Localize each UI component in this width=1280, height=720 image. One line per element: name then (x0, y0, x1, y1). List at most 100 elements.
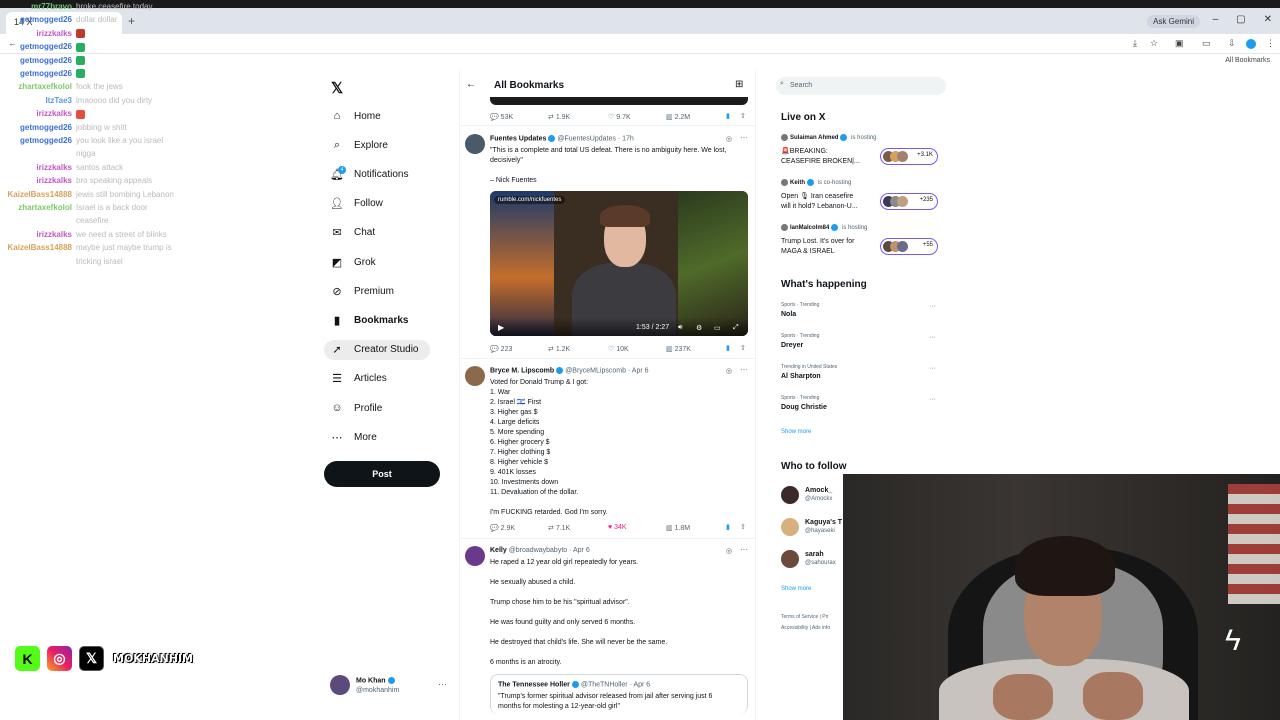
grok-icon[interactable]: ◎ (726, 547, 732, 555)
show-more-link[interactable]: Show more (781, 586, 811, 592)
trend-item[interactable]: Dreyer (781, 342, 803, 349)
more-icon[interactable]: ··· (740, 133, 748, 142)
fullscreen-icon[interactable]: ⤢ (733, 324, 739, 332)
quote-header: The Tennessee Holler @TheTNHoller · Apr 6 (498, 681, 651, 689)
more-icon[interactable]: ··· (929, 303, 936, 310)
tweet-header: Bryce M. Lipscomb @BryceMLipscomb · Apr 6 (490, 367, 649, 375)
avatar[interactable] (781, 518, 799, 536)
chat-message: getmogged26 (4, 69, 89, 79)
follow-suggestion-name[interactable]: Amock_ (805, 487, 832, 494)
trend-item[interactable]: Doug Christie (781, 404, 827, 411)
ask-gemini-button[interactable]: Ask Gemini (1147, 15, 1200, 28)
live-host: IanMalcolm84 is hosting (781, 224, 867, 231)
avatar[interactable] (781, 486, 799, 504)
more-icon[interactable]: ··· (438, 679, 447, 689)
view-count[interactable]: ▥ 1.8M (666, 524, 690, 532)
sidebar-item-chat[interactable]: ✉︎ Chat (330, 223, 375, 243)
live-space-title[interactable]: Open 🎙 Iran ceasefire will it hold? Leba… (781, 192, 858, 212)
sidebar-item-explore[interactable]: ⌕ Explore (330, 135, 388, 155)
volume-icon[interactable]: 🔊︎ (678, 324, 682, 332)
footer-links[interactable]: Accessibility | Ads info (781, 625, 830, 631)
share-icon[interactable]: ⇧ (740, 344, 746, 352)
sidebar-item-label: More (354, 431, 377, 443)
sidebar-item-grok[interactable]: ◩ Grok (330, 252, 376, 272)
avatar[interactable] (465, 366, 485, 386)
video-background (490, 191, 554, 336)
x-logo-icon[interactable]: 𝕏 (331, 79, 343, 97)
live-listeners-pill[interactable]: +55 (880, 238, 938, 255)
star-icon[interactable]: ☆ (1150, 38, 1158, 49)
profile-avatar-icon[interactable] (1246, 39, 1256, 49)
menu-icon[interactable]: ⋮ (1266, 38, 1275, 49)
settings-icon[interactable]: ⚙︎ (696, 324, 702, 332)
sidebar-item-more[interactable]: ⋯ More (330, 427, 377, 447)
sidebar-item-profile[interactable]: ☺ Profile (330, 398, 382, 418)
play-icon[interactable]: ▶ (498, 323, 504, 332)
more-icon[interactable]: ··· (929, 334, 936, 341)
reply-count[interactable]: 💬 223 (490, 345, 512, 353)
more-icon[interactable]: ··· (740, 545, 748, 554)
post-button[interactable]: Post (324, 461, 440, 487)
maximize-icon[interactable]: ▢ (1236, 14, 1245, 25)
account-switcher[interactable]: Mo Khan @mokhanhim ··· (330, 675, 450, 697)
repost-count[interactable]: ⇄ 7.1K (548, 524, 570, 532)
sidebar-item-follow[interactable]: 👤︎ Follow (330, 194, 383, 214)
avatar[interactable] (781, 550, 799, 568)
sidebar-item-creator-studio[interactable]: ➚ Creator Studio (330, 340, 418, 360)
follow-suggestion-name[interactable]: Kaguya's T (805, 519, 842, 526)
chat-username: getmogged26 (19, 69, 72, 78)
view-count[interactable]: ▥ 237K (666, 345, 691, 353)
like-count[interactable]: ♥ 34K (608, 524, 627, 531)
puzzle-icon[interactable]: ▣ (1175, 38, 1184, 49)
share-icon[interactable]: ⇧ (740, 112, 746, 120)
video-player[interactable]: rumble.com/nickfuentes ▶ 1:53 / 2:27 🔊︎ … (490, 191, 748, 336)
pip-icon[interactable]: ▭ (714, 324, 721, 332)
share-icon[interactable]: ⇧ (740, 523, 746, 531)
live-space-title[interactable]: 🚨BREAKING: CEASEFIRE BROKEN|... (781, 147, 860, 167)
more-icon[interactable]: ··· (740, 365, 748, 374)
avatar[interactable] (465, 134, 485, 154)
live-listeners-pill[interactable]: +235 (880, 193, 938, 210)
bookmark-icon[interactable]: ▮ (726, 344, 730, 352)
close-icon[interactable]: ✕ (1264, 14, 1272, 25)
repost-count[interactable]: ⇄ 1.2K (548, 345, 570, 353)
footer-links[interactable]: Terms of Service | Pri (781, 614, 828, 620)
chat-text: jobbing w shitt (76, 122, 127, 132)
follow-suggestion-name[interactable]: sarah (805, 551, 824, 558)
sidebar-item-premium[interactable]: ⊘ Premium (330, 281, 394, 301)
download-icon[interactable]: ⇩ (1228, 38, 1236, 49)
trend-item[interactable]: Al Sharpton (781, 373, 821, 380)
sidebar-item-bookmarks[interactable]: ▮ Bookmarks (330, 310, 409, 330)
like-count[interactable]: ♡ 10K (608, 345, 629, 353)
avatar[interactable] (465, 546, 485, 566)
live-listeners-pill[interactable]: +3.1K (880, 148, 938, 165)
tweet-text: Voted for Donald Trump & I got: 1. War 2… (490, 379, 608, 516)
x-icon: 𝕏 (79, 646, 104, 671)
chat-username: irizzkalks (36, 28, 72, 38)
sidebar-item-home[interactable]: ⌂ Home (330, 106, 381, 126)
back-arrow-icon[interactable]: ← (466, 79, 476, 90)
grok-icon[interactable]: ◎ (726, 367, 732, 375)
new-tab-button[interactable]: + (128, 14, 135, 28)
sidebar-item-articles[interactable]: ☰ Articles (330, 369, 387, 389)
view-count[interactable]: ▥ 2.2M (666, 113, 690, 121)
reply-count[interactable]: 💬 2.9K (490, 524, 515, 532)
extension-icon[interactable]: ⤓ (1133, 38, 1137, 49)
grok-icon[interactable]: ◎ (726, 135, 732, 143)
bookmark-icon[interactable]: ▮ (726, 523, 730, 531)
live-space-title[interactable]: Trump Lost. It's over for MAGA & ISRAEL (781, 237, 854, 257)
all-bookmarks-link[interactable]: All Bookmarks (1225, 57, 1270, 64)
reply-count[interactable]: 💬 53K (490, 113, 513, 121)
minimize-icon[interactable]: – (1213, 14, 1219, 25)
like-count[interactable]: ♡ 9.7K (608, 113, 631, 121)
more-icon[interactable]: ··· (929, 396, 936, 403)
chat-text: nigga (76, 149, 96, 159)
bookmark-icon[interactable]: ▮ (726, 112, 730, 120)
show-more-link[interactable]: Show more (781, 429, 811, 435)
trend-item[interactable]: Nola (781, 311, 796, 318)
repost-count[interactable]: ⇄ 1.9K (548, 113, 570, 121)
bookmark-folder-icon[interactable]: ⊞ (735, 79, 743, 90)
split-icon[interactable]: ▭ (1202, 38, 1211, 49)
more-icon[interactable]: ··· (929, 365, 936, 372)
video-time: 1:53 / 2:27 (636, 324, 670, 331)
